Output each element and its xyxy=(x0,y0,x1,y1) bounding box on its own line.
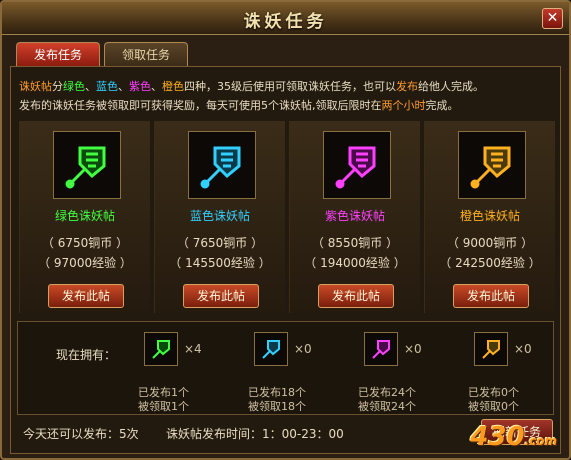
card-name: 蓝色诛妖帖 xyxy=(189,209,250,223)
publish-blue-button[interactable]: 发布此帖 xyxy=(183,284,259,308)
exp-reward: （ 242500经验 ） xyxy=(439,256,541,270)
desc-sep: 、 xyxy=(151,80,162,93)
desc-text: 完成。 xyxy=(425,99,459,112)
desc-sep: 、 xyxy=(85,80,96,93)
copper-reward: （ 7650铜币 ） xyxy=(176,236,264,250)
desc-green: 绿色 xyxy=(63,80,85,93)
owned-purple: ×0 已发布24个 被领取24个 xyxy=(358,332,474,413)
taken-count: 被领取0个 xyxy=(468,400,519,413)
card-name: 绿色诛妖帖 xyxy=(54,209,115,223)
publish-purple-button[interactable]: 发布此帖 xyxy=(318,284,394,308)
owned-blue: ×0 已发布18个 被领取18个 xyxy=(248,332,364,413)
desc-orange: 橙色 xyxy=(162,80,184,93)
desc-text: 给他人完成。 xyxy=(418,80,484,93)
blue-token-icon xyxy=(188,131,256,199)
task-window: 诛妖任务 ✕ 发布任务 领取任务 诛妖帖分绿色、蓝色、紫色、橙色四种，35级后使… xyxy=(0,0,571,460)
owned-section: 现在拥有： ×4 已发布1个 被领取1个 ×0 已发布18个 被领取18个 ×0… xyxy=(17,321,554,415)
owned-label: 现在拥有： xyxy=(56,348,117,362)
logo-main: 430 xyxy=(470,422,525,452)
green-token-icon xyxy=(53,131,121,199)
owned-orange: ×0 已发布0个 被领取0个 xyxy=(468,332,569,413)
exp-reward: （ 97000经验 ） xyxy=(38,256,132,270)
copper-reward: （ 9000铜币 ） xyxy=(446,236,534,250)
owned-count: ×4 xyxy=(184,342,202,356)
exp-reward: （ 145500经验 ） xyxy=(169,256,271,270)
taken-count: 被领取18个 xyxy=(248,400,306,413)
blue-token-small-icon[interactable] xyxy=(254,332,288,366)
taken-count: 被领取24个 xyxy=(358,400,416,413)
card-blue: 蓝色诛妖帖 （ 7650铜币 ） （ 145500经验 ） 发布此帖 xyxy=(154,121,285,313)
content-panel: 诛妖帖分绿色、蓝色、紫色、橙色四种，35级后使用可领取诛妖任务，也可以发布给他人… xyxy=(10,66,561,454)
tab-receive[interactable]: 领取任务 xyxy=(104,42,188,67)
desc-token-word: 诛妖帖 xyxy=(19,80,52,93)
taken-count: 被领取1个 xyxy=(138,400,189,413)
purple-token-icon xyxy=(323,131,391,199)
desc-text: 四种，35级后使用可领取诛妖任务，也可以 xyxy=(184,80,396,93)
orange-token-icon xyxy=(458,131,526,199)
owned-count: ×0 xyxy=(404,342,422,356)
purple-token-small-icon[interactable] xyxy=(364,332,398,366)
publish-green-button[interactable]: 发布此帖 xyxy=(48,284,124,308)
copper-reward: （ 6750铜币 ） xyxy=(41,236,129,250)
token-cards: 绿色诛妖帖 （ 6750铜币 ） （ 97000经验 ） 发布此帖 蓝色诛妖帖 … xyxy=(19,121,555,313)
card-orange: 橙色诛妖帖 （ 9000铜币 ） （ 242500经验 ） 发布此帖 xyxy=(424,121,555,313)
copper-reward: （ 8550铜币 ） xyxy=(311,236,399,250)
desc-text: 发布的诛妖任务被领取即可获得奖励，每天可使用5个诛妖帖,领取后限时在 xyxy=(19,99,382,112)
exp-reward: （ 194000经验 ） xyxy=(304,256,406,270)
owned-count: ×0 xyxy=(294,342,312,356)
desc-purple: 紫色 xyxy=(129,80,151,93)
window-title: 诛妖任务 xyxy=(243,12,328,32)
remaining-publishes: 今天还可以发布：5次 xyxy=(23,427,139,441)
green-token-small-icon[interactable] xyxy=(144,332,178,366)
logo-sub: .com xyxy=(524,434,557,448)
description: 诛妖帖分绿色、蓝色、紫色、橙色四种，35级后使用可领取诛妖任务，也可以发布给他人… xyxy=(19,77,554,115)
card-green: 绿色诛妖帖 （ 6750铜币 ） （ 97000经验 ） 发布此帖 xyxy=(19,121,150,313)
desc-publish-word: 发布 xyxy=(396,80,418,93)
owned-count: ×0 xyxy=(514,342,532,356)
desc-blue: 蓝色 xyxy=(96,80,118,93)
description-line-1: 诛妖帖分绿色、蓝色、紫色、橙色四种，35级后使用可领取诛妖任务，也可以发布给他人… xyxy=(19,77,554,96)
publish-orange-button[interactable]: 发布此帖 xyxy=(453,284,529,308)
orange-token-small-icon[interactable] xyxy=(474,332,508,366)
site-logo: 430.com xyxy=(470,422,557,452)
owned-green: ×4 已发布1个 被领取1个 xyxy=(138,332,254,413)
publish-time-window: 诛妖帖发布时间：1：00-23：00 xyxy=(166,427,344,441)
desc-text: 分 xyxy=(52,80,63,93)
close-button[interactable]: ✕ xyxy=(542,8,563,29)
card-name: 橙色诛妖帖 xyxy=(459,209,520,223)
card-name: 紫色诛妖帖 xyxy=(324,209,385,223)
desc-sep: 、 xyxy=(118,80,129,93)
desc-time-limit: 两个小时 xyxy=(381,99,426,112)
tab-publish[interactable]: 发布任务 xyxy=(16,42,100,67)
description-line-2: 发布的诛妖任务被领取即可获得奖励，每天可使用5个诛妖帖,领取后限时在两个小时完成… xyxy=(19,96,554,115)
title-bar[interactable]: 诛妖任务 ✕ xyxy=(2,2,569,35)
card-purple: 紫色诛妖帖 （ 8550铜币 ） （ 194000经验 ） 发布此帖 xyxy=(289,121,420,313)
